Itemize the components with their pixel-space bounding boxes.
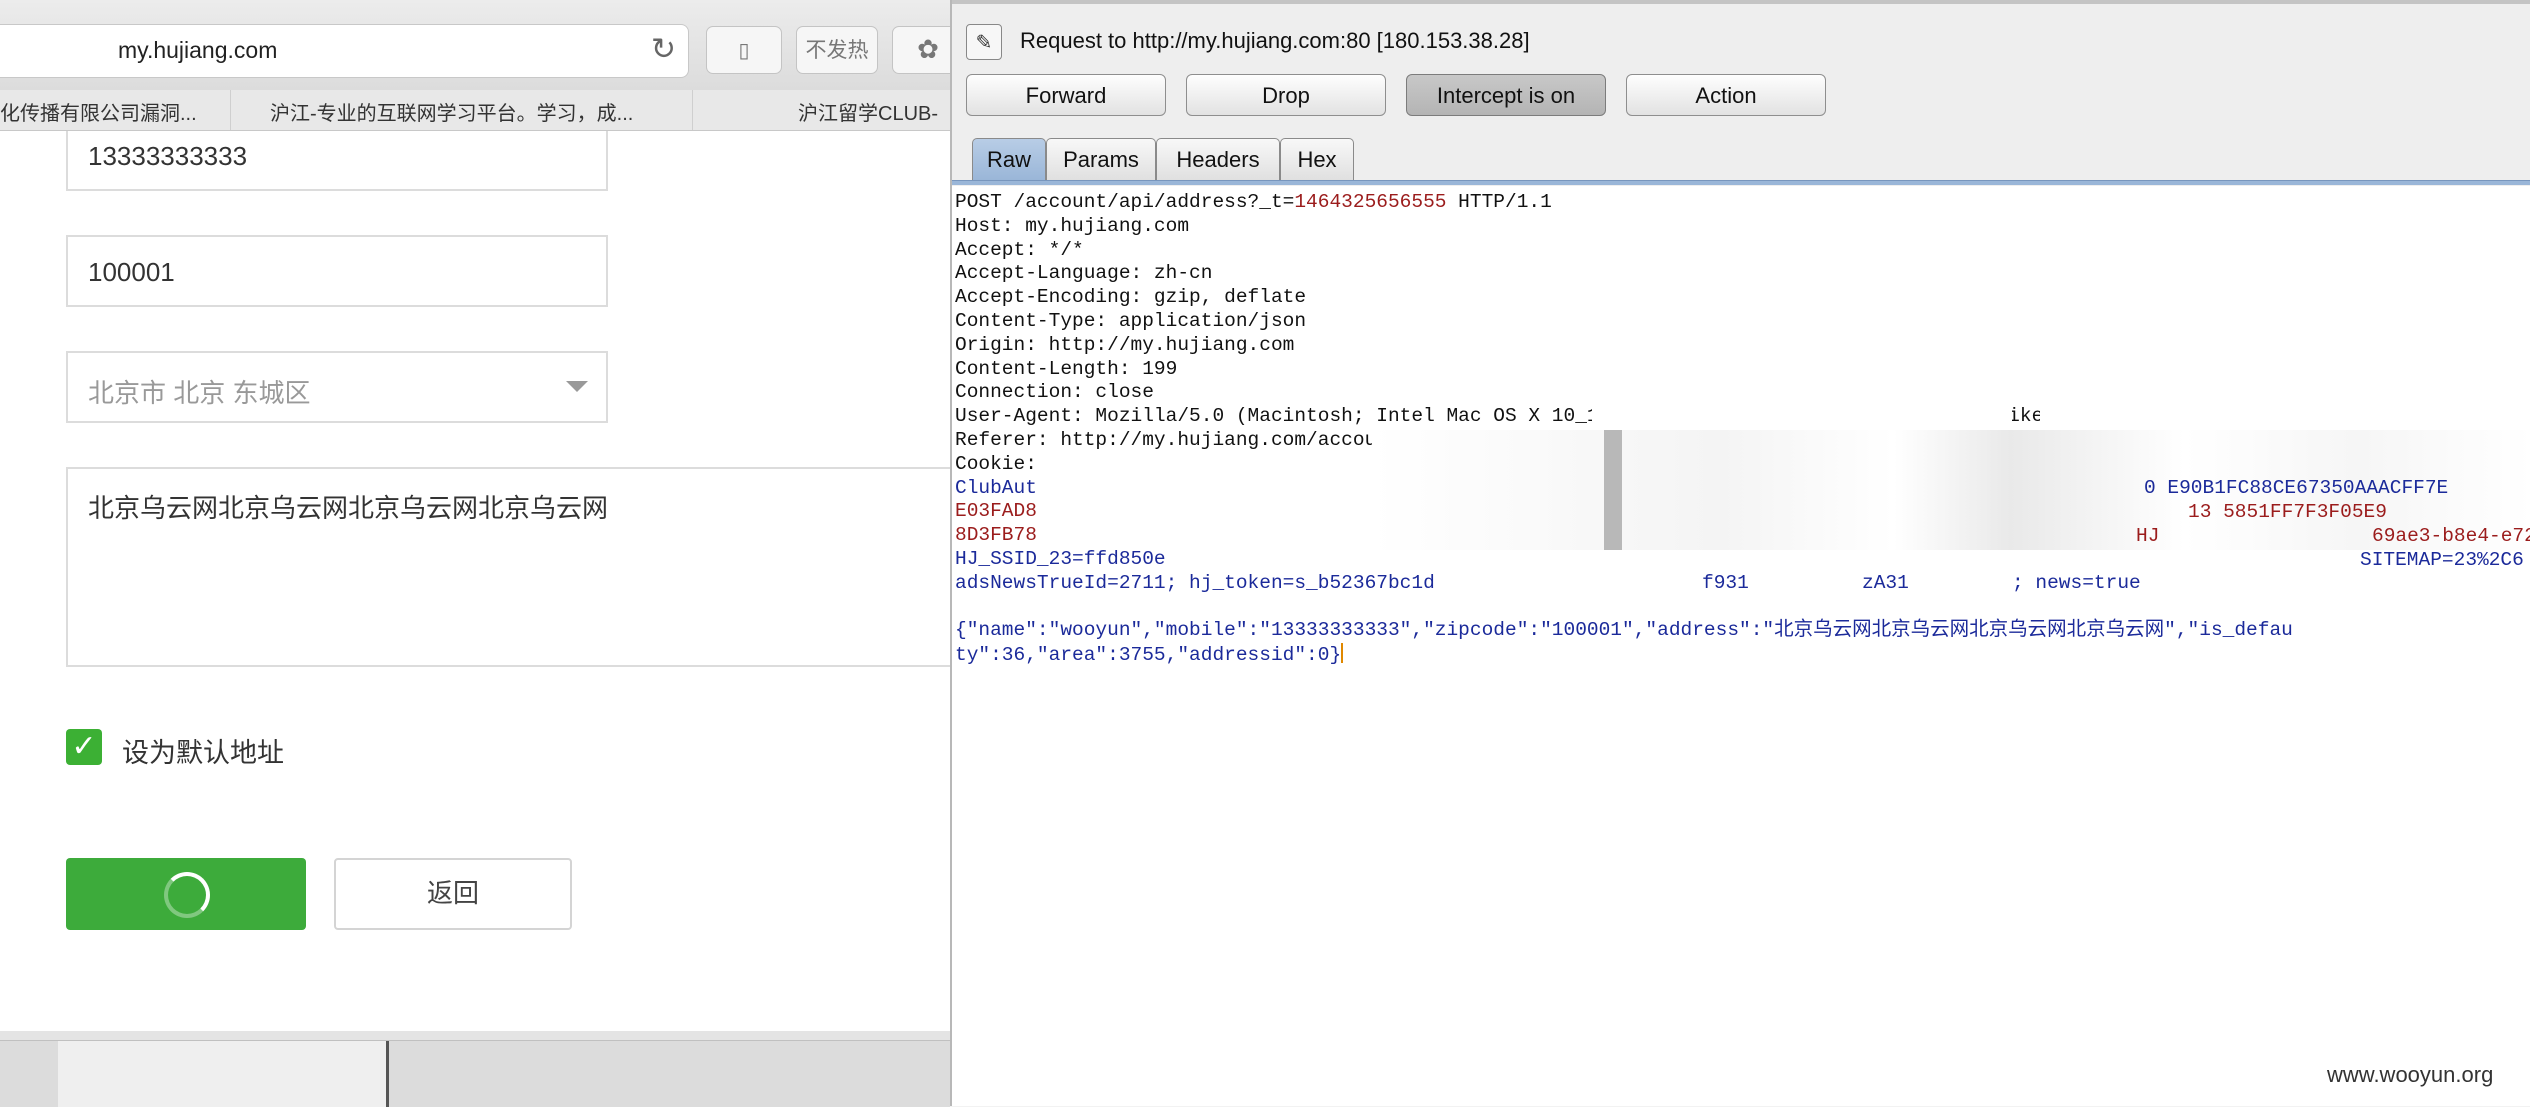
request-body-line: ty":36,"area":3755,"addressid":0}	[955, 643, 1344, 667]
browser-toolbar: my.hujiang.com ↻ ▯ 不发热 ✿	[0, 0, 964, 91]
request-body-line: {"name":"wooyun","mobile":"13333333333",…	[955, 619, 2293, 642]
cookie-fragment: SITEMAP=23%2C6	[2360, 549, 2524, 571]
header-line: Cookie:	[955, 452, 1037, 475]
address-form: 13333333333 100001 北京市 北京 东城区 北京乌云网北京乌云网…	[0, 131, 956, 1031]
drop-button[interactable]: Drop	[1186, 74, 1386, 116]
burp-intercept-panel: ✎ Request to http://my.hujiang.com:80 [1…	[950, 0, 2530, 1106]
zipcode-input[interactable]: 100001	[66, 235, 608, 307]
elephant-icon: ✿	[917, 35, 939, 65]
cookie-line: E03FAD8	[955, 500, 1037, 523]
cookie-fragment: f931	[1702, 572, 1749, 594]
checkmark-icon: ✓	[71, 729, 97, 764]
browser-bottom-bar	[0, 1040, 950, 1107]
request-title: Request to http://my.hujiang.com:80 [180…	[1020, 28, 1530, 53]
header-line: Origin: http://my.hujiang.com	[955, 333, 1295, 356]
bottom-tab[interactable]	[58, 1041, 389, 1107]
document-icon: ▯	[738, 38, 750, 62]
request-line: POST /account/api/address?_t=14643256565…	[955, 191, 1552, 213]
redaction-bar	[1604, 430, 1622, 550]
header-line: Content-Length: 199	[955, 357, 1178, 380]
tab-underline	[952, 180, 2530, 185]
header-line: Referer: http://my.hujiang.com/accou	[955, 428, 1377, 451]
cookie-line: adsNewsTrueId=2711; hj_token=s_b52367bc1…	[955, 571, 1435, 594]
bookmark-divider	[230, 90, 231, 130]
url-text: my.hujiang.com	[118, 37, 278, 63]
header-line: Accept-Encoding: gzip, deflate	[955, 286, 1307, 309]
loading-spinner-icon	[164, 872, 210, 918]
cookie-line: ClubAut	[955, 476, 1037, 499]
pencil-icon[interactable]: ✎	[966, 24, 1002, 60]
cookie-fragment: zA31	[1862, 572, 1909, 594]
header-line: Connection: close	[955, 381, 1154, 404]
bookmark-item[interactable]: 沪江-专业的互联网学习平台。学习，成...	[270, 97, 633, 126]
chevron-down-icon	[566, 381, 588, 392]
cookie-fragment: 69ae3-b8e4-e72	[2372, 525, 2530, 547]
extension-button[interactable]: 不发热	[796, 26, 878, 74]
redaction-block	[1592, 406, 2012, 428]
header-line: Content-Type: application/json	[955, 309, 1307, 332]
intercept-toggle-button[interactable]: Intercept is on	[1406, 74, 1606, 116]
tab-headers[interactable]: Headers	[1156, 138, 1280, 180]
header-line: Host: my.hujiang.com	[955, 214, 1190, 237]
default-address-checkbox[interactable]: ✓	[66, 729, 102, 765]
address-textarea[interactable]: 北京乌云网北京乌云网北京乌云网北京乌云网	[66, 467, 956, 667]
reload-icon[interactable]: ↻	[651, 33, 676, 67]
browser-window: my.hujiang.com ↻ ▯ 不发热 ✿ 化传播有限公司漏洞... 沪江…	[0, 0, 964, 1107]
panel-top-border	[952, 0, 2530, 4]
cookie-fragment: ; news=true	[2012, 572, 2141, 594]
tab-params[interactable]: Params	[1046, 138, 1156, 180]
action-button[interactable]: Action	[1626, 74, 1826, 116]
cookie-fragment: 13 5851FF7F3F05E9	[2188, 501, 2387, 523]
submit-button[interactable]	[66, 858, 306, 930]
bookmark-divider	[692, 90, 693, 130]
mobile-input[interactable]: 13333333333	[66, 131, 608, 191]
header-line: Accept-Language: zh-cn	[955, 262, 1213, 285]
bookmarks-bar: 化传播有限公司漏洞... 沪江-专业的互联网学习平台。学习，成... 沪江留学C…	[0, 90, 950, 131]
watermark-text: www.wooyun.org	[2327, 1062, 2494, 1087]
back-button[interactable]: 返回	[334, 858, 572, 930]
redaction-block	[2040, 406, 2530, 428]
extension-label: 不发热	[805, 38, 869, 62]
region-value: 北京市 北京 东城区	[88, 378, 311, 408]
default-address-label: 设为默认地址	[122, 738, 284, 769]
cookie-line: HJ_SSID_23=ffd850e	[955, 547, 1166, 570]
cookie-fragment: HJ	[2136, 525, 2160, 547]
raw-request-editor[interactable]: POST /account/api/address?_t=14643256565…	[952, 186, 2530, 1106]
cookie-line: 8D3FB78	[955, 524, 1037, 547]
text-caret	[1341, 643, 1344, 664]
tab-raw[interactable]: Raw	[972, 138, 1046, 180]
tab-hex[interactable]: Hex	[1280, 138, 1354, 180]
bookmark-item[interactable]: 沪江留学CLUB-	[798, 97, 938, 126]
reader-mode-button[interactable]: ▯	[706, 26, 782, 74]
region-select[interactable]: 北京市 北京 东城区	[66, 351, 608, 423]
header-line: Accept: */*	[955, 238, 1084, 261]
cookie-fragment: 0 E90B1FC88CE67350AAACFF7E	[2144, 477, 2449, 499]
address-bar[interactable]: my.hujiang.com ↻	[0, 24, 689, 78]
forward-button[interactable]: Forward	[966, 74, 1166, 116]
bookmark-item[interactable]: 化传播有限公司漏洞...	[0, 97, 197, 126]
